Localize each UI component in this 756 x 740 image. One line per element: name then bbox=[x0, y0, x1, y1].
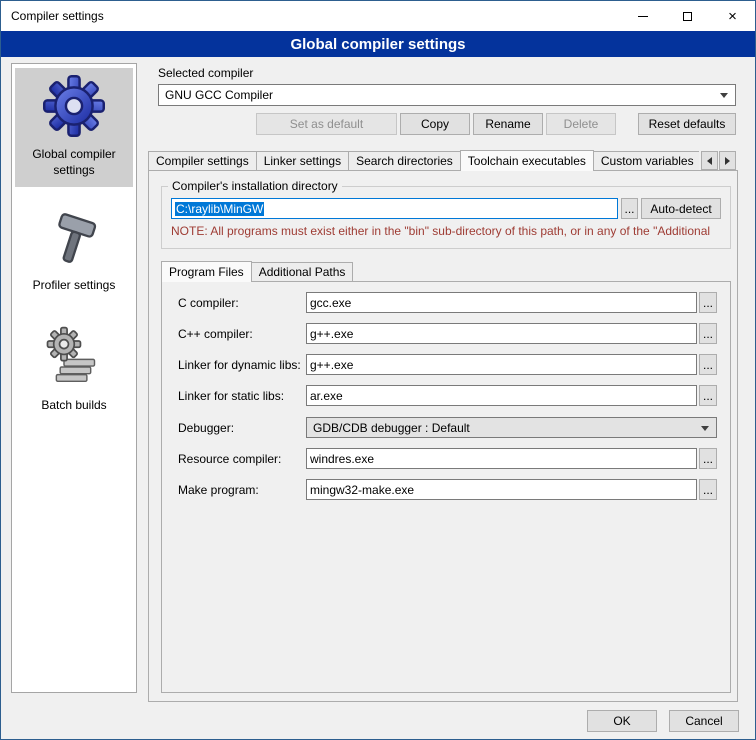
sidebar-item-label: Global compiler settings bbox=[17, 147, 131, 178]
maximize-icon bbox=[683, 12, 692, 21]
browse-directory-button[interactable]: ... bbox=[621, 198, 638, 219]
dynamic-linker-value: g++.exe bbox=[310, 358, 353, 372]
close-button[interactable]: × bbox=[710, 1, 755, 31]
cancel-button[interactable]: Cancel bbox=[669, 710, 739, 732]
installation-directory-value: C:\raylib\MinGW bbox=[175, 202, 264, 216]
sidebar-item-profiler-settings[interactable]: Profiler settings bbox=[15, 203, 133, 303]
sidebar-item-label: Batch builds bbox=[41, 398, 106, 414]
settings-tabs: Compiler settings Linker settings Search… bbox=[148, 150, 699, 171]
selected-compiler-value: GNU GCC Compiler bbox=[165, 88, 273, 102]
make-program-input[interactable]: mingw32-make.exe bbox=[306, 479, 697, 500]
sidebar-item-global-compiler-settings[interactable]: Global compiler settings bbox=[15, 68, 133, 187]
dialog-header-title: Global compiler settings bbox=[290, 36, 465, 53]
compiler-gear-icon bbox=[43, 75, 105, 137]
chevron-down-icon bbox=[720, 93, 728, 98]
program-tabs: Program Files Additional Paths bbox=[161, 261, 731, 282]
minimize-icon bbox=[638, 16, 648, 17]
debugger-label: Debugger: bbox=[178, 421, 234, 435]
field-row-cpp-compiler: C++ compiler: g++.exe ... bbox=[178, 323, 729, 344]
titlebar: Compiler settings × bbox=[1, 1, 755, 31]
sidebar-item-batch-builds[interactable]: Batch builds bbox=[15, 319, 133, 423]
settings-category-list: Global compiler settings Profiler settin… bbox=[11, 63, 137, 693]
tab-additional-paths[interactable]: Additional Paths bbox=[251, 262, 354, 281]
field-row-make-program: Make program: mingw32-make.exe ... bbox=[178, 479, 729, 500]
installation-directory-row: C:\raylib\MinGW ... Auto-detect bbox=[171, 198, 721, 219]
sidebar-item-label: Profiler settings bbox=[33, 278, 116, 294]
selected-compiler-label: Selected compiler bbox=[158, 66, 253, 80]
maximize-button[interactable] bbox=[665, 1, 710, 31]
make-program-label: Make program: bbox=[178, 483, 259, 497]
delete-button[interactable]: Delete bbox=[546, 113, 616, 135]
resource-compiler-label: Resource compiler: bbox=[178, 452, 281, 466]
toolchain-executables-panel: Compiler's installation directory C:\ray… bbox=[148, 170, 738, 702]
resource-compiler-value: windres.exe bbox=[310, 452, 374, 466]
arrow-left-icon bbox=[707, 157, 712, 165]
cpp-compiler-input[interactable]: g++.exe bbox=[306, 323, 697, 344]
program-files-panel: C compiler: gcc.exe ... C++ compiler: g+… bbox=[161, 281, 731, 693]
tab-search-directories[interactable]: Search directories bbox=[348, 151, 461, 170]
cpp-compiler-value: g++.exe bbox=[310, 327, 353, 341]
auto-detect-button[interactable]: Auto-detect bbox=[641, 198, 721, 219]
tab-program-files[interactable]: Program Files bbox=[161, 261, 252, 282]
tab-custom-variables[interactable]: Custom variables bbox=[593, 151, 699, 170]
debugger-value: GDB/CDB debugger : Default bbox=[313, 421, 470, 435]
tab-compiler-settings[interactable]: Compiler settings bbox=[148, 151, 257, 170]
cpp-compiler-label: C++ compiler: bbox=[178, 327, 253, 341]
installation-directory-group: Compiler's installation directory C:\ray… bbox=[161, 179, 731, 249]
browse-c-compiler-button[interactable]: ... bbox=[699, 292, 717, 313]
installation-directory-legend: Compiler's installation directory bbox=[168, 179, 342, 193]
copy-button[interactable]: Copy bbox=[400, 113, 470, 135]
profiler-hammer-icon bbox=[45, 210, 103, 268]
compiler-settings-window: Compiler settings × Global compiler sett… bbox=[0, 0, 756, 740]
bin-subdirectory-note: NOTE: All programs must exist either in … bbox=[171, 224, 721, 238]
browse-static-linker-button[interactable]: ... bbox=[699, 385, 717, 406]
static-linker-input[interactable]: ar.exe bbox=[306, 385, 697, 406]
tab-scroll-right-button[interactable] bbox=[719, 151, 736, 170]
static-linker-value: ar.exe bbox=[310, 389, 343, 403]
debugger-dropdown[interactable]: GDB/CDB debugger : Default bbox=[306, 417, 717, 438]
window-controls: × bbox=[620, 1, 755, 31]
browse-resource-compiler-button[interactable]: ... bbox=[699, 448, 717, 469]
c-compiler-input[interactable]: gcc.exe bbox=[306, 292, 697, 313]
rename-button[interactable]: Rename bbox=[473, 113, 543, 135]
arrow-right-icon bbox=[725, 157, 730, 165]
field-row-dynamic-linker: Linker for dynamic libs: g++.exe ... bbox=[178, 354, 729, 375]
batch-builds-icon bbox=[43, 326, 105, 388]
make-program-value: mingw32-make.exe bbox=[310, 483, 414, 497]
field-row-debugger: Debugger: GDB/CDB debugger : Default bbox=[178, 417, 729, 438]
static-linker-label: Linker for static libs: bbox=[178, 389, 284, 403]
tab-toolchain-executables[interactable]: Toolchain executables bbox=[460, 150, 594, 171]
c-compiler-label: C compiler: bbox=[178, 296, 239, 310]
browse-cpp-compiler-button[interactable]: ... bbox=[699, 323, 717, 344]
installation-directory-input[interactable]: C:\raylib\MinGW bbox=[171, 198, 618, 219]
minimize-button[interactable] bbox=[620, 1, 665, 31]
reset-defaults-button[interactable]: Reset defaults bbox=[638, 113, 736, 135]
dialog-header: Global compiler settings bbox=[1, 31, 755, 57]
set-as-default-button[interactable]: Set as default bbox=[256, 113, 397, 135]
close-icon: × bbox=[728, 9, 737, 24]
window-title: Compiler settings bbox=[1, 9, 104, 23]
browse-make-program-button[interactable]: ... bbox=[699, 479, 717, 500]
ok-button[interactable]: OK bbox=[587, 710, 657, 732]
field-row-static-linker: Linker for static libs: ar.exe ... bbox=[178, 385, 729, 406]
tab-scroll-left-button[interactable] bbox=[701, 151, 718, 170]
chevron-down-icon bbox=[701, 426, 709, 431]
c-compiler-value: gcc.exe bbox=[310, 296, 351, 310]
resource-compiler-input[interactable]: windres.exe bbox=[306, 448, 697, 469]
browse-dynamic-linker-button[interactable]: ... bbox=[699, 354, 717, 375]
dynamic-linker-label: Linker for dynamic libs: bbox=[178, 358, 301, 372]
field-row-resource-compiler: Resource compiler: windres.exe ... bbox=[178, 448, 729, 469]
field-row-c-compiler: C compiler: gcc.exe ... bbox=[178, 292, 729, 313]
dynamic-linker-input[interactable]: g++.exe bbox=[306, 354, 697, 375]
tab-linker-settings[interactable]: Linker settings bbox=[256, 151, 349, 170]
selected-compiler-dropdown[interactable]: GNU GCC Compiler bbox=[158, 84, 736, 106]
